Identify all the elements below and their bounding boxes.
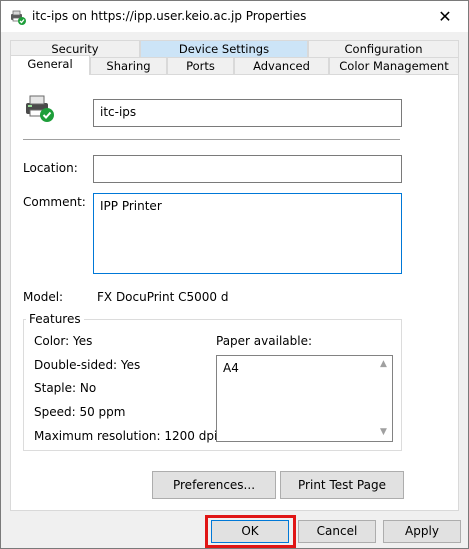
location-label: Location:	[23, 161, 78, 175]
feature-double-sided: Double-sided: Yes	[34, 358, 141, 372]
feature-max-resolution: Maximum resolution: 1200 dpi	[34, 429, 218, 443]
model-label: Model:	[23, 290, 64, 304]
apply-button[interactable]: Apply	[383, 520, 461, 543]
printer-check-icon	[11, 10, 26, 25]
tab-device-settings[interactable]: Device Settings	[140, 40, 308, 57]
title-bar: itc-ips on https://ipp.user.keio.ac.jp P…	[1, 1, 468, 32]
features-title: Features	[26, 312, 84, 326]
paper-list-scrollbar[interactable]: ▲ ▼	[375, 356, 392, 441]
scroll-down-icon[interactable]: ▼	[375, 424, 392, 441]
tab-configuration[interactable]: Configuration	[308, 40, 459, 57]
tab-color-management[interactable]: Color Management	[329, 57, 459, 74]
feature-speed: Speed: 50 ppm	[34, 405, 126, 419]
location-field[interactable]	[93, 155, 402, 183]
comment-field[interactable]: IPP Printer	[93, 193, 402, 274]
feature-staple: Staple: No	[34, 381, 97, 395]
general-tab-panel: itc-ips Location: Comment: IPP Printer M…	[10, 74, 459, 511]
feature-color: Color: Yes	[34, 334, 93, 348]
paper-list[interactable]: A4 ▲ ▼	[216, 355, 393, 442]
paper-item[interactable]: A4	[223, 361, 239, 375]
printer-check-icon	[26, 95, 54, 122]
tab-ports[interactable]: Ports	[167, 57, 234, 74]
tab-sharing[interactable]: Sharing	[90, 57, 167, 74]
model-value: FX DocuPrint C5000 d	[97, 290, 229, 304]
close-button[interactable]: ✕	[422, 1, 468, 32]
preferences-button[interactable]: Preferences...	[152, 471, 276, 499]
cancel-button[interactable]: Cancel	[298, 520, 376, 543]
printer-name-field[interactable]: itc-ips	[93, 99, 402, 127]
ok-button[interactable]: OK	[211, 520, 289, 543]
close-icon: ✕	[438, 7, 452, 26]
properties-dialog: itc-ips on https://ipp.user.keio.ac.jp P…	[0, 0, 469, 549]
divider	[23, 139, 400, 140]
window-title: itc-ips on https://ipp.user.keio.ac.jp P…	[32, 9, 307, 23]
tab-general[interactable]: General	[10, 55, 90, 75]
paper-available-label: Paper available:	[216, 334, 313, 348]
tab-advanced[interactable]: Advanced	[234, 57, 329, 74]
print-test-page-button[interactable]: Print Test Page	[280, 471, 404, 499]
scroll-up-icon[interactable]: ▲	[375, 356, 392, 373]
comment-label: Comment:	[23, 195, 86, 209]
